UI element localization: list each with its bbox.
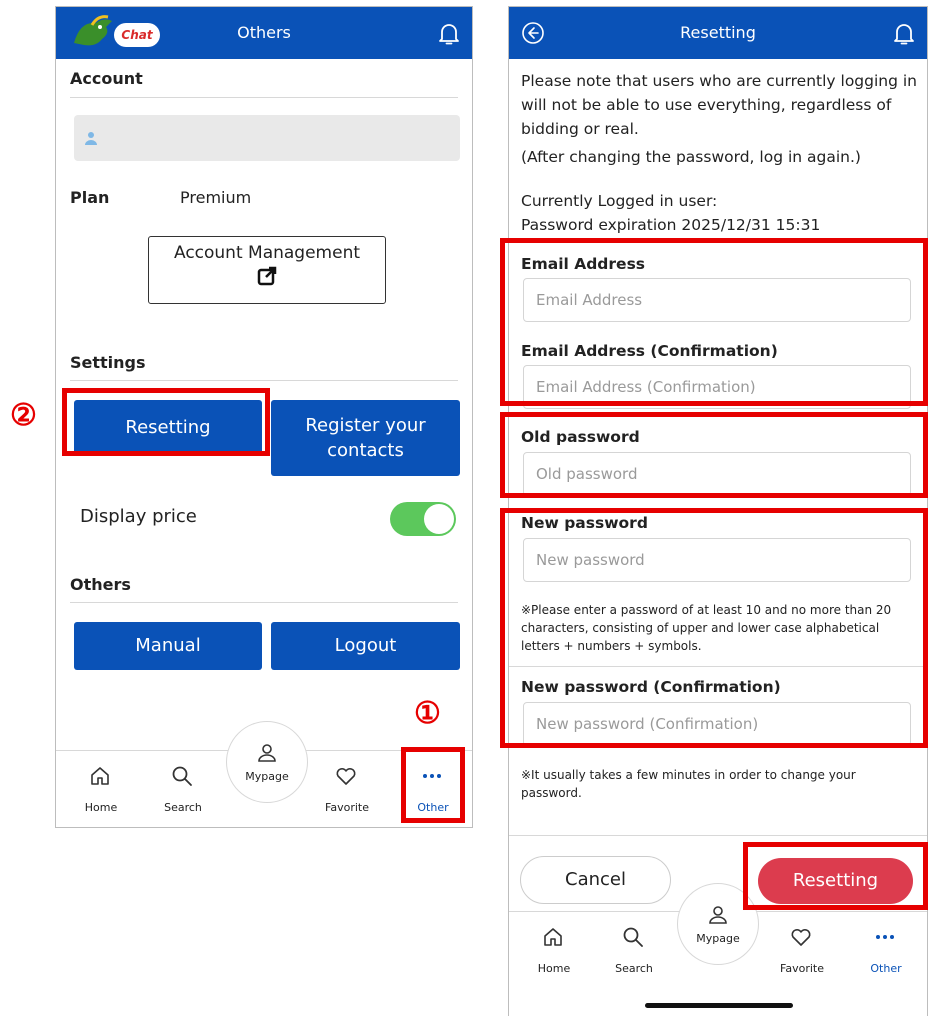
password-expiration: Password expiration 2025/12/31 15:31 bbox=[521, 216, 821, 234]
divider bbox=[70, 380, 458, 381]
top-bar: Chat Others bbox=[56, 7, 472, 59]
divider bbox=[70, 602, 458, 603]
divider bbox=[509, 835, 927, 836]
account-section-title: Account bbox=[70, 69, 143, 88]
register-contacts-button[interactable]: Register your contacts bbox=[271, 400, 460, 476]
toggle-knob bbox=[424, 504, 454, 534]
annotation-box-other bbox=[401, 747, 465, 823]
heart-icon bbox=[791, 928, 811, 946]
display-price-label: Display price bbox=[80, 506, 197, 527]
page-title: Others bbox=[237, 23, 291, 42]
annotation-box-old-password bbox=[500, 412, 928, 498]
step-1-marker: ① bbox=[414, 696, 441, 731]
annotation-box-submit bbox=[743, 842, 928, 910]
change-time-note: ※It usually takes a few minutes in order… bbox=[521, 768, 856, 800]
nav-home[interactable]: Home bbox=[519, 912, 589, 990]
nav-mypage-label: Mypage bbox=[245, 770, 289, 783]
user-icon bbox=[85, 132, 97, 145]
nav-home-label: Home bbox=[537, 962, 571, 975]
nav-search-label: Search bbox=[164, 801, 202, 814]
nav-home-label: Home bbox=[84, 801, 118, 814]
nav-search-label: Search bbox=[615, 962, 653, 975]
step-2-marker: ② bbox=[10, 398, 37, 433]
user-icon bbox=[709, 906, 727, 924]
external-link-icon bbox=[257, 266, 277, 286]
user-icon bbox=[258, 744, 276, 762]
home-icon bbox=[91, 767, 109, 785]
heart-icon bbox=[336, 767, 356, 785]
nav-favorite[interactable]: Favorite bbox=[767, 912, 837, 990]
nav-search[interactable]: Search bbox=[148, 751, 218, 827]
home-indicator bbox=[645, 1003, 793, 1008]
annotation-box-resetting bbox=[62, 388, 270, 456]
plan-value: Premium bbox=[180, 188, 252, 207]
nav-mypage-label: Mypage bbox=[696, 932, 740, 945]
account-user-field bbox=[74, 115, 460, 161]
intro-text: Please note that users who are currently… bbox=[521, 72, 918, 138]
search-icon bbox=[172, 766, 192, 786]
nav-home[interactable]: Home bbox=[66, 751, 136, 827]
search-icon bbox=[623, 927, 643, 947]
account-management-label: Account Management bbox=[173, 243, 361, 263]
annotation-box-email bbox=[500, 238, 928, 406]
top-bar: Resetting bbox=[509, 7, 927, 59]
more-icon bbox=[876, 935, 894, 939]
bell-icon[interactable] bbox=[893, 22, 915, 46]
plan-label: Plan bbox=[70, 188, 110, 207]
logout-button[interactable]: Logout bbox=[271, 622, 460, 670]
home-icon bbox=[544, 928, 562, 946]
display-price-toggle[interactable] bbox=[390, 502, 456, 536]
nav-favorite-label: Favorite bbox=[780, 962, 824, 975]
nav-search[interactable]: Search bbox=[599, 912, 669, 990]
account-management-button[interactable]: Account Management bbox=[148, 236, 386, 304]
nav-other-label: Other bbox=[870, 962, 902, 975]
nav-favorite[interactable]: Favorite bbox=[312, 751, 382, 827]
current-user-text: Currently Logged in user: bbox=[521, 192, 718, 210]
nav-mypage[interactable]: Mypage bbox=[226, 721, 308, 803]
nav-favorite-label: Favorite bbox=[325, 801, 369, 814]
annotation-box-new-password bbox=[500, 508, 928, 748]
page-title: Resetting bbox=[680, 23, 756, 42]
intro-text-2: (After changing the password, log in aga… bbox=[521, 148, 861, 166]
cancel-button[interactable]: Cancel bbox=[520, 856, 671, 904]
bell-icon[interactable] bbox=[438, 22, 460, 46]
settings-section-title: Settings bbox=[70, 353, 146, 372]
others-section-title: Others bbox=[70, 575, 131, 594]
nav-other[interactable]: Other bbox=[851, 912, 921, 990]
divider bbox=[70, 97, 458, 98]
manual-button[interactable]: Manual bbox=[74, 622, 262, 670]
